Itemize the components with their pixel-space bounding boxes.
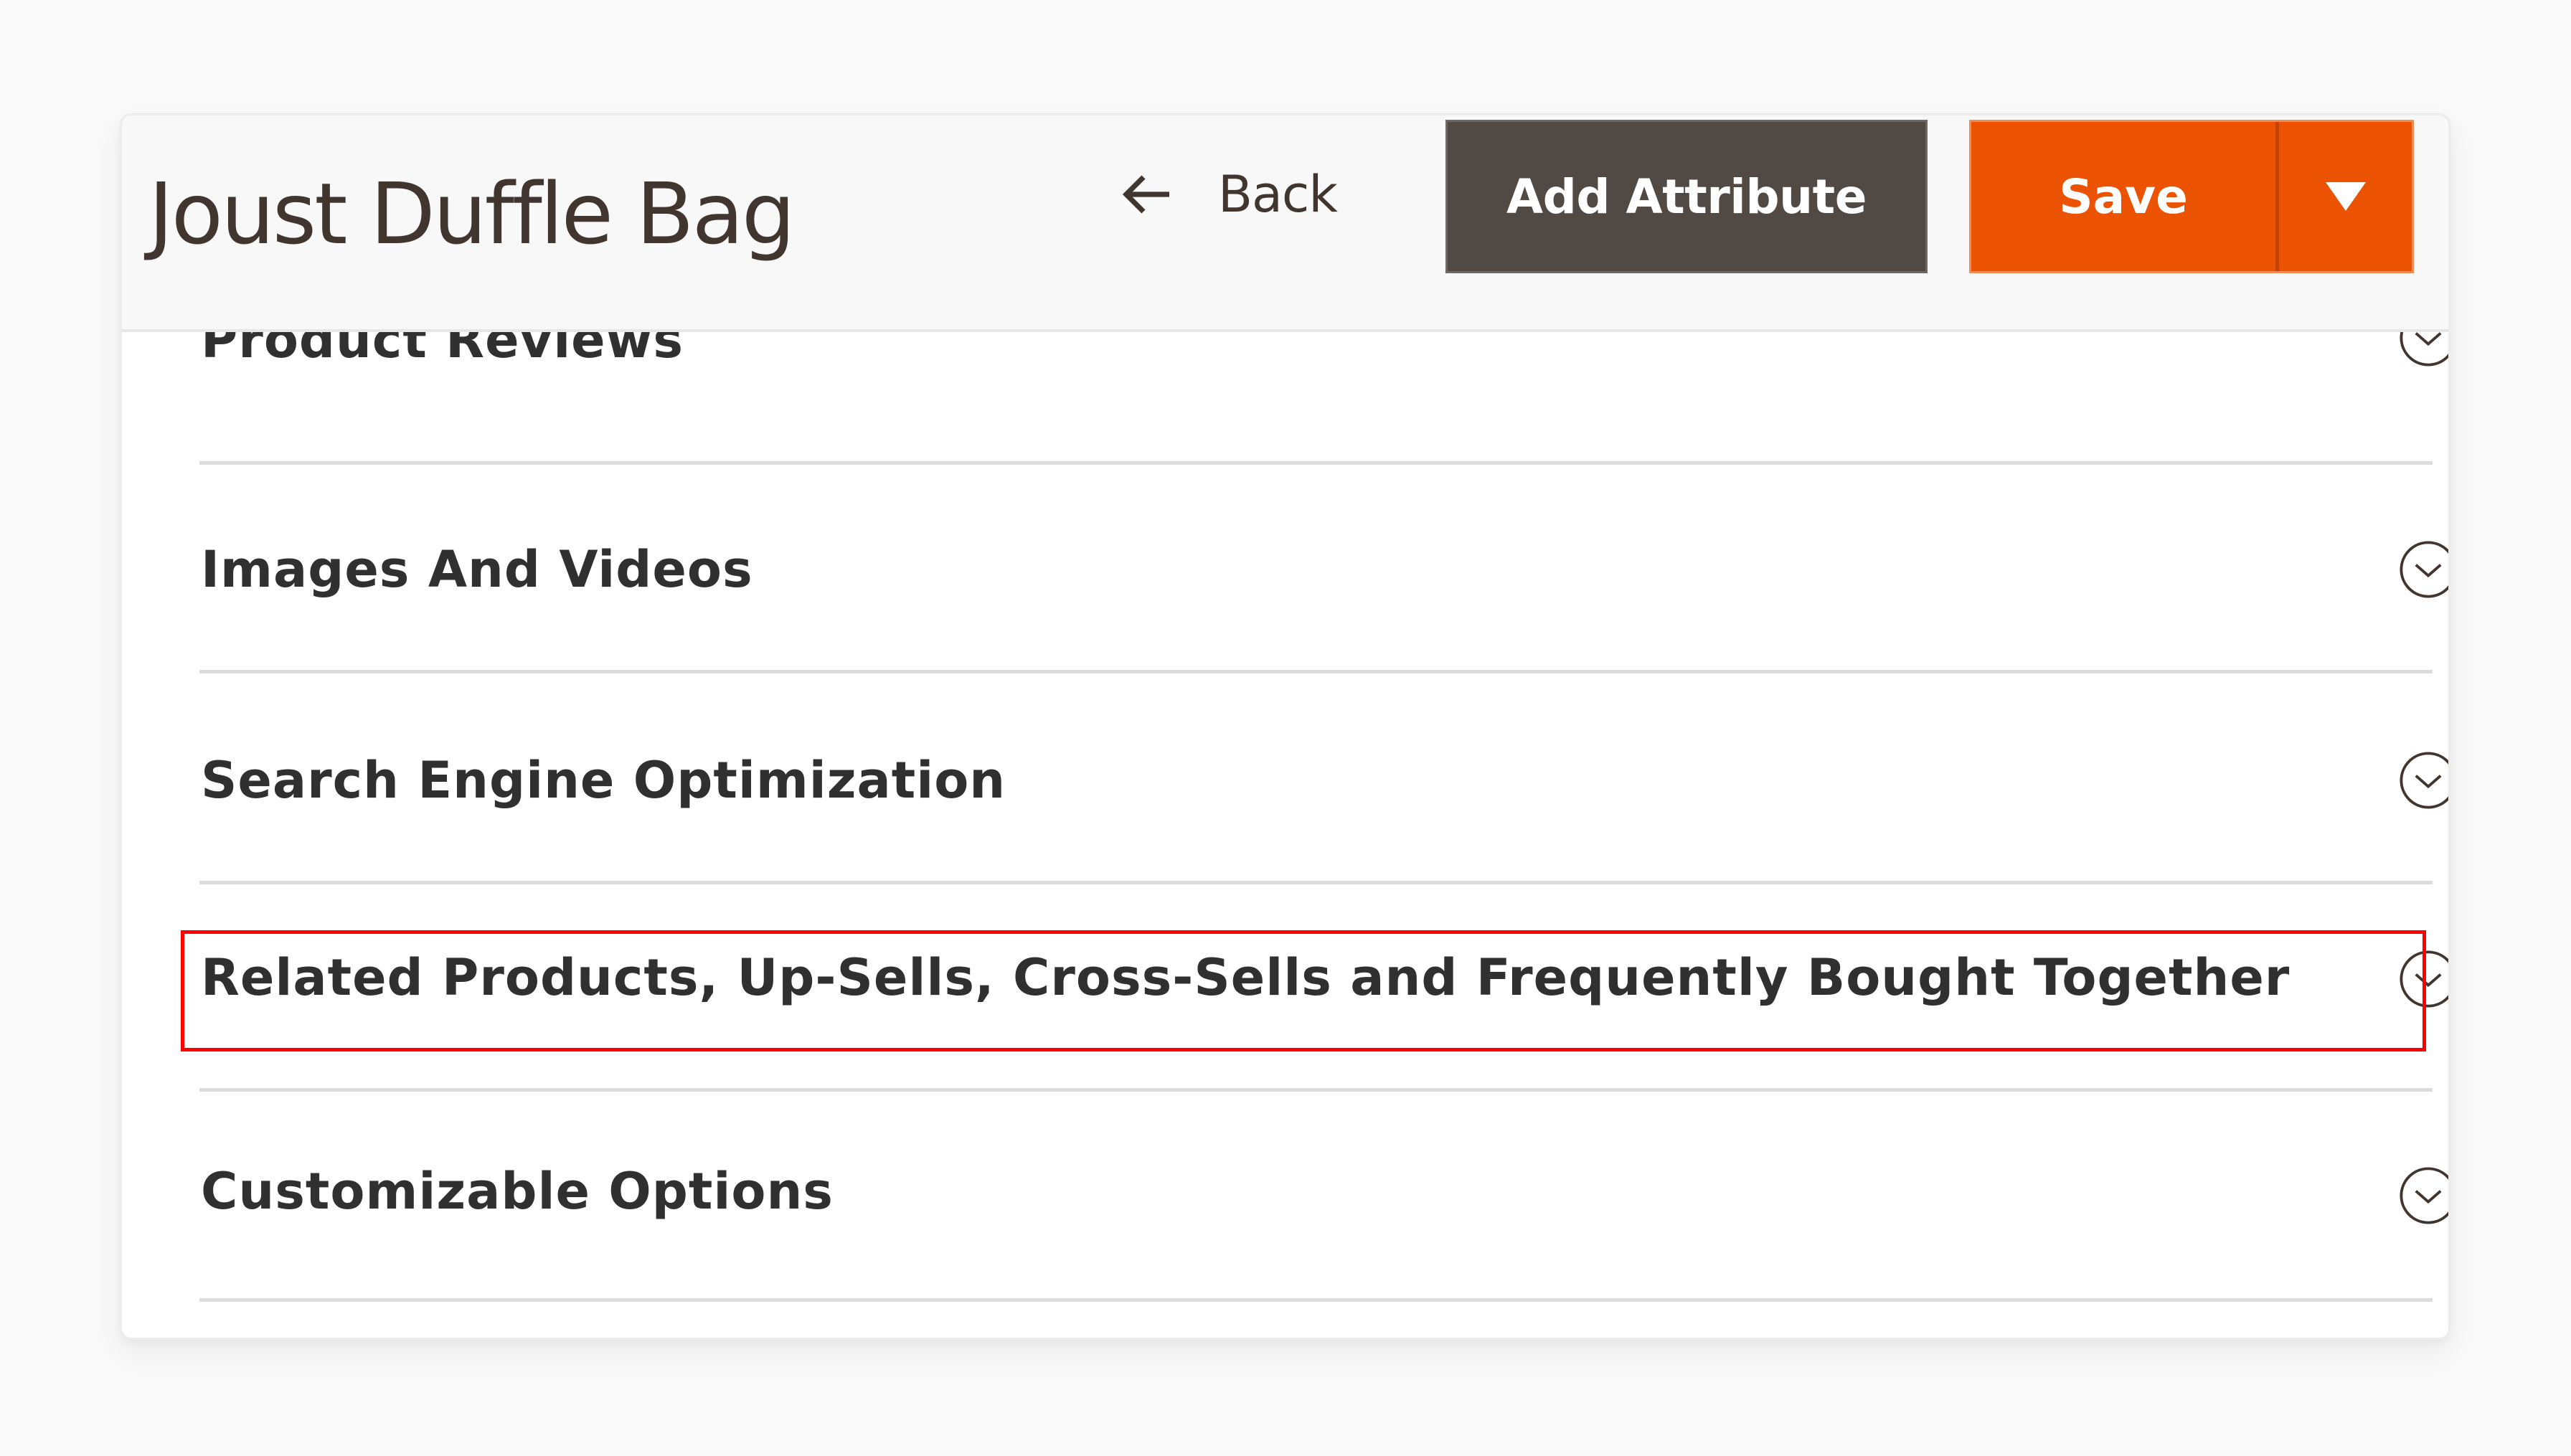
section-customizable-options[interactable]: Customizable Options (199, 1094, 2448, 1302)
section-divider (199, 670, 2433, 673)
page-header: Joust Duffle Bag Back Add Attribute Save (122, 115, 2448, 332)
section-divider (199, 1298, 2433, 1302)
section-title: Customizable Options (201, 1162, 834, 1221)
page-title: Joust Duffle Bag (148, 164, 796, 263)
section-search-engine-optimization[interactable]: Search Engine Optimization (199, 676, 2448, 884)
chevron-circle-down-icon[interactable] (2397, 539, 2450, 600)
chevron-circle-down-icon[interactable] (2397, 1165, 2450, 1226)
section-images-and-videos[interactable]: Images And Videos (199, 465, 2448, 673)
section-divider (199, 461, 2433, 465)
section-related-products[interactable]: Related Products, Up-Sells, Cross-Sells … (199, 884, 2448, 1092)
back-button[interactable]: Back (1121, 159, 1338, 230)
save-split-button: Save (1969, 120, 2414, 273)
save-button[interactable]: Save (1971, 122, 2275, 271)
section-title: Search Engine Optimization (201, 751, 1006, 810)
arrow-left-icon (1122, 175, 1169, 214)
chevron-circle-down-icon[interactable] (2397, 948, 2450, 1010)
back-label: Back (1218, 165, 1338, 224)
chevron-circle-down-icon[interactable] (2397, 750, 2450, 811)
section-title: Related Products, Up-Sells, Cross-Sells … (201, 947, 2291, 1007)
caret-down-icon (2325, 182, 2366, 211)
save-options-toggle[interactable] (2279, 122, 2412, 271)
section-title: Images And Videos (201, 540, 753, 599)
product-edit-panel: Product Reviews Images And Videos Search… (120, 113, 2450, 1340)
section-divider (199, 1088, 2433, 1092)
add-attribute-button[interactable]: Add Attribute (1445, 120, 1928, 273)
